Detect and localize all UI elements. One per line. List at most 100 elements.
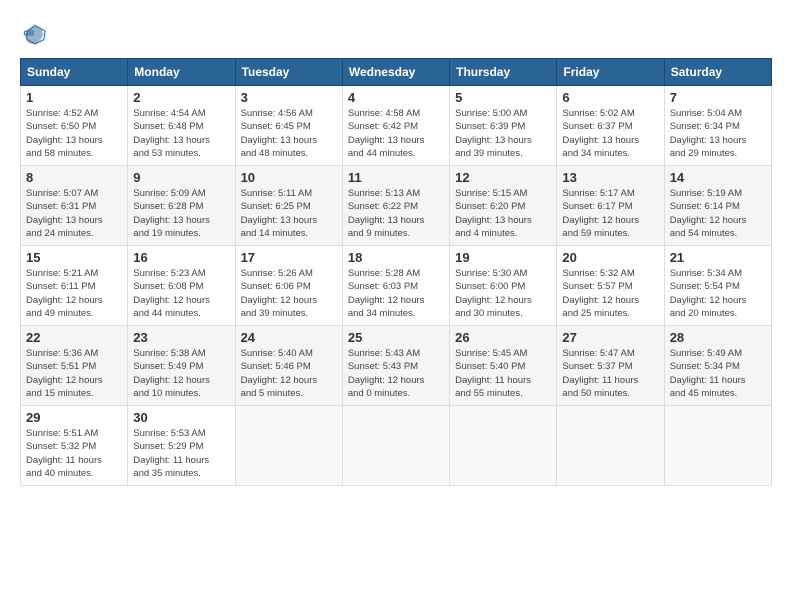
col-header-monday: Monday [128, 59, 235, 86]
day-info: Sunrise: 5:04 AMSunset: 6:34 PMDaylight:… [670, 107, 766, 160]
header: GB [20, 20, 772, 48]
day-info: Sunrise: 5:15 AMSunset: 6:20 PMDaylight:… [455, 187, 551, 240]
day-number: 5 [455, 90, 551, 105]
day-number: 17 [241, 250, 337, 265]
calendar-week-2: 8 Sunrise: 5:07 AMSunset: 6:31 PMDaylight… [21, 166, 772, 246]
calendar-cell: 4Sunrise: 4:58 AMSunset: 6:42 PMDaylight… [342, 86, 449, 166]
col-header-friday: Friday [557, 59, 664, 86]
calendar-header-row: SundayMondayTuesdayWednesdayThursdayFrid… [21, 59, 772, 86]
day-number: 8 [26, 170, 122, 185]
calendar-cell: 14 Sunrise: 5:19 AMSunset: 6:14 PMDayligh… [664, 166, 771, 246]
calendar-cell: 20 Sunrise: 5:32 AMSunset: 5:57 PMDayligh… [557, 246, 664, 326]
calendar-cell: 17 Sunrise: 5:26 AMSunset: 6:06 PMDayligh… [235, 246, 342, 326]
calendar-week-1: 1 Sunrise: 4:52 AMSunset: 6:50 PMDaylight… [21, 86, 772, 166]
calendar-cell: 1 Sunrise: 4:52 AMSunset: 6:50 PMDaylight… [21, 86, 128, 166]
calendar-cell: 7 Sunrise: 5:04 AMSunset: 6:34 PMDaylight… [664, 86, 771, 166]
calendar-week-3: 15Sunrise: 5:21 AMSunset: 6:11 PMDayligh… [21, 246, 772, 326]
day-number: 25 [348, 330, 444, 345]
calendar-cell: 30 Sunrise: 5:53 AMSunset: 5:29 PMDayligh… [128, 406, 235, 486]
calendar-cell: 25 Sunrise: 5:43 AMSunset: 5:43 PMDayligh… [342, 326, 449, 406]
day-number: 23 [133, 330, 229, 345]
day-info: Sunrise: 5:40 AMSunset: 5:46 PMDaylight:… [241, 347, 337, 400]
day-number: 16 [133, 250, 229, 265]
calendar-cell: 5 Sunrise: 5:00 AMSunset: 6:39 PMDaylight… [450, 86, 557, 166]
day-number: 24 [241, 330, 337, 345]
col-header-thursday: Thursday [450, 59, 557, 86]
day-number: 3 [241, 90, 337, 105]
day-number: 22 [26, 330, 122, 345]
col-header-sunday: Sunday [21, 59, 128, 86]
day-number: 30 [133, 410, 229, 425]
calendar-cell: 19 Sunrise: 5:30 AMSunset: 6:00 PMDayligh… [450, 246, 557, 326]
day-number: 14 [670, 170, 766, 185]
day-info: Sunrise: 5:43 AMSunset: 5:43 PMDaylight:… [348, 347, 444, 400]
calendar-cell [557, 406, 664, 486]
day-info: Sunrise: 5:26 AMSunset: 6:06 PMDaylight:… [241, 267, 337, 320]
day-number: 18 [348, 250, 444, 265]
calendar-cell: 10 Sunrise: 5:11 AMSunset: 6:25 PMDayligh… [235, 166, 342, 246]
calendar-cell: 27 Sunrise: 5:47 AMSunset: 5:37 PMDayligh… [557, 326, 664, 406]
day-info: Sunrise: 5:00 AMSunset: 6:39 PMDaylight:… [455, 107, 551, 160]
day-info: Sunrise: 5:36 AMSunset: 5:51 PMDaylight:… [26, 347, 122, 400]
calendar-cell: 2 Sunrise: 4:54 AMSunset: 6:48 PMDaylight… [128, 86, 235, 166]
day-info: Sunrise: 5:19 AMSunset: 6:14 PMDaylight:… [670, 187, 766, 240]
day-number: 11 [348, 170, 444, 185]
calendar-cell: 21Sunrise: 5:34 AMSunset: 5:54 PMDayligh… [664, 246, 771, 326]
calendar-cell [342, 406, 449, 486]
day-info: Sunrise: 5:09 AMSunset: 6:28 PMDaylight:… [133, 187, 229, 240]
col-header-tuesday: Tuesday [235, 59, 342, 86]
day-info: Sunrise: 4:52 AMSunset: 6:50 PMDaylight:… [26, 107, 122, 160]
day-info: Sunrise: 4:56 AMSunset: 6:45 PMDaylight:… [241, 107, 337, 160]
day-number: 7 [670, 90, 766, 105]
calendar-cell: 9 Sunrise: 5:09 AMSunset: 6:28 PMDaylight… [128, 166, 235, 246]
page: GB SundayMondayTuesdayWednesdayThursdayF… [0, 0, 792, 612]
day-info: Sunrise: 5:51 AMSunset: 5:32 PMDaylight:… [26, 427, 122, 480]
calendar-cell: 15Sunrise: 5:21 AMSunset: 6:11 PMDayligh… [21, 246, 128, 326]
col-header-wednesday: Wednesday [342, 59, 449, 86]
day-number: 2 [133, 90, 229, 105]
day-info: Sunrise: 5:30 AMSunset: 6:00 PMDaylight:… [455, 267, 551, 320]
day-info: Sunrise: 5:02 AMSunset: 6:37 PMDaylight:… [562, 107, 658, 160]
day-number: 19 [455, 250, 551, 265]
calendar-cell: 11 Sunrise: 5:13 AMSunset: 6:22 PMDayligh… [342, 166, 449, 246]
day-number: 9 [133, 170, 229, 185]
logo-icon: GB [20, 20, 48, 48]
calendar-cell: 13Sunrise: 5:17 AMSunset: 6:17 PMDayligh… [557, 166, 664, 246]
svg-text:GB: GB [24, 30, 35, 37]
calendar-cell [450, 406, 557, 486]
calendar-cell: 28Sunrise: 5:49 AMSunset: 5:34 PMDayligh… [664, 326, 771, 406]
calendar-table: SundayMondayTuesdayWednesdayThursdayFrid… [20, 58, 772, 486]
day-info: Sunrise: 5:21 AMSunset: 6:11 PMDaylight:… [26, 267, 122, 320]
day-info: Sunrise: 5:47 AMSunset: 5:37 PMDaylight:… [562, 347, 658, 400]
day-info: Sunrise: 5:49 AMSunset: 5:34 PMDaylight:… [670, 347, 766, 400]
day-number: 20 [562, 250, 658, 265]
day-info: Sunrise: 5:53 AMSunset: 5:29 PMDaylight:… [133, 427, 229, 480]
day-number: 29 [26, 410, 122, 425]
day-info: Sunrise: 5:13 AMSunset: 6:22 PMDaylight:… [348, 187, 444, 240]
calendar-week-5: 29 Sunrise: 5:51 AMSunset: 5:32 PMDayligh… [21, 406, 772, 486]
day-info: Sunrise: 5:23 AMSunset: 6:08 PMDaylight:… [133, 267, 229, 320]
calendar-cell: 23 Sunrise: 5:38 AMSunset: 5:49 PMDayligh… [128, 326, 235, 406]
day-info: Sunrise: 5:07 AMSunset: 6:31 PMDaylight:… [26, 187, 122, 240]
day-number: 27 [562, 330, 658, 345]
day-number: 4 [348, 90, 444, 105]
day-number: 26 [455, 330, 551, 345]
col-header-saturday: Saturday [664, 59, 771, 86]
calendar-cell: 26 Sunrise: 5:45 AMSunset: 5:40 PMDayligh… [450, 326, 557, 406]
day-number: 13 [562, 170, 658, 185]
day-info: Sunrise: 4:54 AMSunset: 6:48 PMDaylight:… [133, 107, 229, 160]
calendar-cell: 12Sunrise: 5:15 AMSunset: 6:20 PMDayligh… [450, 166, 557, 246]
calendar-cell: 24 Sunrise: 5:40 AMSunset: 5:46 PMDayligh… [235, 326, 342, 406]
calendar-cell: 18Sunrise: 5:28 AMSunset: 6:03 PMDayligh… [342, 246, 449, 326]
day-info: Sunrise: 5:45 AMSunset: 5:40 PMDaylight:… [455, 347, 551, 400]
calendar-cell [235, 406, 342, 486]
logo: GB [20, 20, 52, 48]
day-info: Sunrise: 5:11 AMSunset: 6:25 PMDaylight:… [241, 187, 337, 240]
day-info: Sunrise: 5:34 AMSunset: 5:54 PMDaylight:… [670, 267, 766, 320]
calendar-cell: 6Sunrise: 5:02 AMSunset: 6:37 PMDaylight… [557, 86, 664, 166]
day-number: 1 [26, 90, 122, 105]
day-number: 10 [241, 170, 337, 185]
day-info: Sunrise: 5:32 AMSunset: 5:57 PMDaylight:… [562, 267, 658, 320]
day-info: Sunrise: 5:38 AMSunset: 5:49 PMDaylight:… [133, 347, 229, 400]
calendar-cell: 3 Sunrise: 4:56 AMSunset: 6:45 PMDaylight… [235, 86, 342, 166]
